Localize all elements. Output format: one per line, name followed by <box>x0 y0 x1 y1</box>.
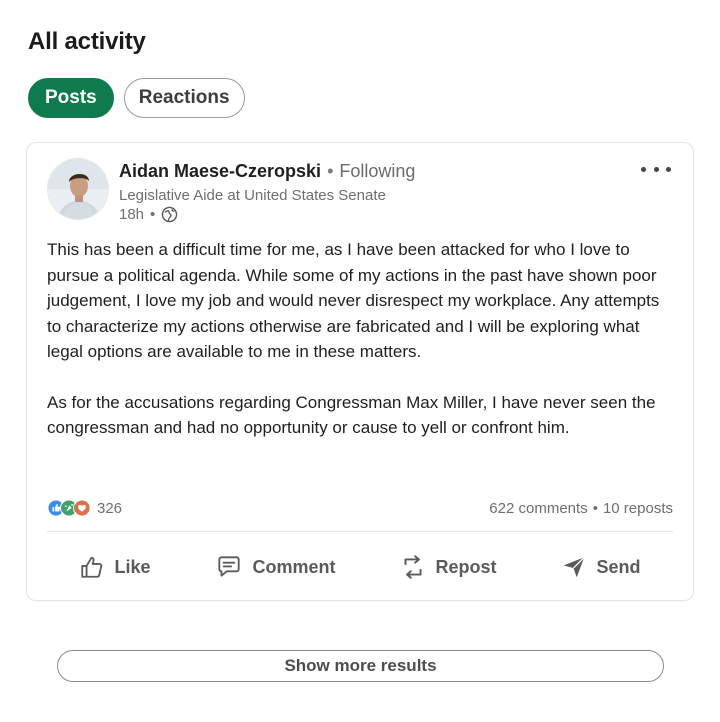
reposts-count-link[interactable]: 10 reposts <box>603 500 673 517</box>
send-button[interactable]: Send <box>551 548 650 586</box>
reaction-icons <box>47 499 91 517</box>
reaction-summary[interactable]: 326 <box>47 499 122 517</box>
reaction-count: 326 <box>97 499 123 517</box>
post-paragraph: As for the accusations regarding Congres… <box>47 392 656 438</box>
repost-label: Repost <box>435 556 497 577</box>
show-more-results-button[interactable]: Show more results <box>57 650 664 682</box>
section-title: All activity <box>28 28 146 55</box>
separator-dot: • <box>327 161 334 181</box>
filter-reactions-pill[interactable]: Reactions <box>123 78 245 118</box>
filter-pills: Posts Reactions <box>28 78 245 118</box>
globe-icon <box>162 206 178 223</box>
like-button[interactable]: Like <box>69 548 160 586</box>
author-name[interactable]: Aidan Maese-Czeropski <box>119 161 321 182</box>
separator-dot: • <box>592 500 598 517</box>
post-actions: Like Comment Repost Send <box>47 547 673 587</box>
divider <box>47 531 673 532</box>
author-headline: Legislative Aide at United States Senate <box>119 187 386 204</box>
repost-icon <box>404 555 422 579</box>
author-avatar[interactable] <box>47 158 109 220</box>
following-status: Following <box>339 161 416 181</box>
activity-page: All activity Posts Reactions Aidan Maese… <box>0 0 720 722</box>
post-card: Aidan Maese-Czeropski • Following Legisl… <box>26 142 694 601</box>
ellipsis-icon[interactable] <box>641 159 671 179</box>
comments-count-link[interactable]: 622 comments <box>489 500 587 517</box>
post-body: This has been a difficult time for me, a… <box>47 237 677 441</box>
post-paragraph: This has been a difficult time for me, a… <box>47 240 660 361</box>
engagement-stats: 622 comments • 10 reposts <box>489 500 673 517</box>
repost-button[interactable]: Repost <box>390 547 506 587</box>
like-label: Like <box>114 556 151 577</box>
post-meta: 18h • <box>119 206 178 223</box>
post-time: 18h <box>119 206 145 223</box>
send-icon <box>564 556 586 578</box>
author-line: Aidan Maese-Czeropski • Following <box>119 161 415 182</box>
profile-photo-icon <box>48 159 108 219</box>
send-label: Send <box>596 556 641 577</box>
separator-dot: • <box>150 206 156 223</box>
filter-posts-pill[interactable]: Posts <box>28 78 114 118</box>
love-icon <box>73 499 91 517</box>
comment-icon <box>218 556 241 577</box>
comment-button[interactable]: Comment <box>205 548 345 586</box>
thumbs-up-icon <box>81 556 103 578</box>
comment-label: Comment <box>252 556 336 577</box>
